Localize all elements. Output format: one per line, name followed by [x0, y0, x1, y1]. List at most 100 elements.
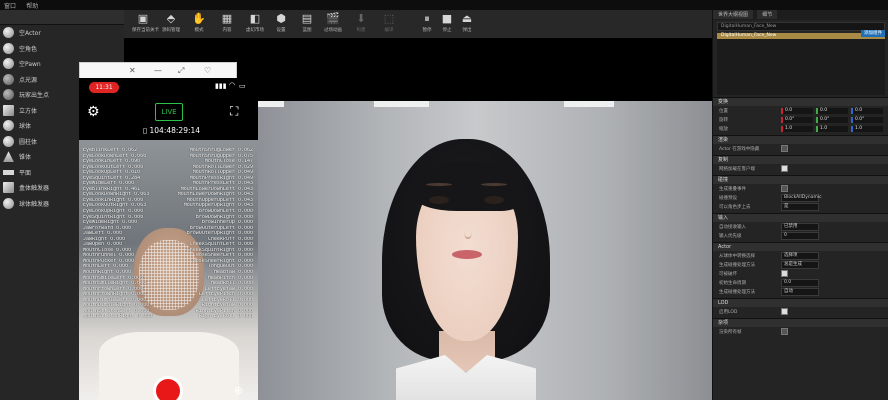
toolbar-button-label: 过场动画	[324, 28, 342, 33]
tree-row[interactable]	[721, 82, 885, 88]
toolbar-button-8[interactable]: ⬇ 构建	[350, 12, 372, 36]
minimize-icon[interactable]: —	[154, 66, 162, 75]
property-row: 自动接收输入 已禁用	[713, 222, 888, 231]
property-dropdown[interactable]: 是	[781, 202, 819, 211]
menu-help[interactable]: 帮助	[26, 1, 38, 10]
sphere-icon	[3, 27, 14, 39]
property-dropdown[interactable]: 自动	[781, 287, 819, 296]
cube-icon	[3, 104, 14, 116]
property-label: 初始生命周期	[719, 280, 746, 286]
transform-z-field[interactable]: 1.0	[851, 125, 883, 132]
tree-row[interactable]	[721, 40, 885, 46]
nose	[464, 219, 472, 239]
wifi-icon: ◠	[229, 81, 236, 89]
property-checkbox[interactable]	[781, 165, 788, 172]
transform-y-field[interactable]: 0.0	[816, 107, 848, 114]
property-dropdown[interactable]: 0	[781, 231, 819, 240]
tree-row[interactable]	[721, 75, 885, 81]
property-dropdown[interactable]: 总是生成	[781, 260, 819, 269]
transform-x-field[interactable]: 0.0°	[781, 116, 813, 123]
property-checkbox[interactable]	[781, 185, 788, 192]
property-label: 渲染所有帧	[719, 329, 742, 335]
property-checkbox[interactable]	[781, 308, 788, 315]
menu-window[interactable]: 窗口	[4, 1, 16, 10]
tab-world-outliner[interactable]: 世界大纲视图	[713, 10, 754, 19]
toolbar-button-label: 暂停	[422, 28, 432, 33]
section-transform[interactable]: 变换	[713, 97, 888, 106]
clock-pill: 11:31	[89, 82, 119, 93]
property-row: 碰撞预设 BlockAllDynamic	[713, 193, 888, 202]
fullscreen-icon[interactable]: ⤢	[178, 66, 184, 76]
list-item-label: 球体	[19, 123, 32, 131]
live-button[interactable]: LIVE	[155, 103, 183, 121]
expand-icon[interactable]: ⛶	[230, 104, 238, 119]
section-header[interactable]: LOD	[713, 298, 888, 307]
toolbar-button-4[interactable]: ◧ 虚幻市场	[244, 12, 266, 36]
toolbar-button-10[interactable]: ⏸ 暂停	[416, 12, 438, 36]
toolbar-button-0[interactable]: ▣ 保存当前关卡	[132, 12, 159, 36]
toolbar-button-label: 虚幻市场	[246, 28, 264, 33]
transform-y-field[interactable]: 0.0°	[816, 116, 848, 123]
toolbar-button-label: 蓝图	[302, 28, 312, 33]
tree-row[interactable]	[721, 61, 885, 67]
record-button[interactable]	[153, 376, 183, 400]
blendshape-left: MouthStretchRight 0.000	[83, 314, 153, 320]
tree-row[interactable]	[721, 54, 885, 60]
transform-z-field[interactable]: 0.0	[851, 107, 883, 114]
tree-row[interactable]	[721, 68, 885, 74]
property-row: 生成碰撞处理方法 自动	[713, 287, 888, 296]
lips	[452, 250, 482, 259]
section-header[interactable]: 复制	[713, 155, 888, 164]
cylinder-icon	[3, 135, 14, 147]
list-item-label: 球体触发器	[19, 200, 50, 208]
section-header[interactable]: 渲染	[713, 135, 888, 144]
battery-icon: ▭	[239, 82, 246, 90]
property-dropdown[interactable]: BlockAllDynamic	[781, 193, 822, 202]
toolbar-button-12[interactable]: ⏏ 弹出	[456, 12, 478, 36]
list-item[interactable]: 空角色	[0, 41, 124, 57]
list-item[interactable]: 空Actor	[0, 25, 124, 41]
add-component-button[interactable]: 添加组件	[861, 30, 885, 37]
transform-x-field[interactable]: 0.0	[781, 107, 813, 114]
list-item-label: 圆柱体	[19, 138, 38, 146]
transform-z-field[interactable]: 0.0°	[851, 116, 883, 123]
section-header[interactable]: Actor	[713, 242, 888, 251]
blueprint-icon: ▤	[301, 12, 313, 25]
section-header[interactable]: 杂项	[713, 318, 888, 327]
gear-icon[interactable]: ⚙	[87, 104, 100, 120]
tree-row[interactable]	[721, 47, 885, 53]
tab-details[interactable]: 细节	[757, 10, 778, 19]
property-dropdown[interactable]: 选择项	[781, 251, 819, 260]
section-header[interactable]: 碰撞	[713, 175, 888, 184]
menu-bar: 窗口 帮助	[0, 0, 888, 10]
marketplace-icon: ◧	[249, 12, 261, 25]
stop-icon: ■	[441, 12, 453, 25]
transform-x-field[interactable]: 1.0	[781, 125, 813, 132]
toolbar-button-label: 内容	[222, 28, 232, 33]
favorite-icon[interactable]: ♡	[204, 66, 211, 75]
toolbar-button-3[interactable]: ▦ 内容	[216, 12, 238, 36]
camera-flip-icon[interactable]: ⊕	[234, 384, 243, 397]
toolbar-button-11[interactable]: ■ 停止	[436, 12, 458, 36]
tree-row[interactable]: DigitalHuman_Face_New	[717, 33, 885, 39]
property-dropdown[interactable]: 0.0	[781, 278, 819, 287]
toolbar-button-1[interactable]: ⬘ 源码管理	[160, 12, 182, 36]
toolbar-button-label: 停止	[442, 28, 452, 33]
property-checkbox[interactable]	[781, 270, 788, 277]
toolbar-button-6[interactable]: ▤ 蓝图	[296, 12, 318, 36]
property-checkbox[interactable]	[781, 328, 788, 335]
transform-y-field[interactable]: 1.0	[816, 125, 848, 132]
actor-name-field[interactable]: DigitalHuman_Face_New	[717, 22, 885, 31]
toolbar-button-9[interactable]: ⬚ 编译	[378, 12, 400, 36]
close-icon[interactable]: ✕	[129, 66, 136, 75]
property-row: 生成重叠事件	[713, 184, 888, 193]
toolbar-button-5[interactable]: ⬢ 设置	[270, 12, 292, 36]
plane-icon	[3, 169, 14, 175]
property-checkbox[interactable]	[781, 145, 788, 152]
toolbar-button-7[interactable]: 🎬 过场动画	[322, 12, 344, 36]
transform-row: 位置 0.0 0.0 0.0	[713, 106, 888, 115]
toolbar-button-2[interactable]: ✋ 模式	[188, 12, 210, 36]
toolbar-button-label: 源码管理	[162, 28, 180, 33]
property-dropdown[interactable]: 已禁用	[781, 222, 819, 231]
section-header[interactable]: 输入	[713, 213, 888, 222]
